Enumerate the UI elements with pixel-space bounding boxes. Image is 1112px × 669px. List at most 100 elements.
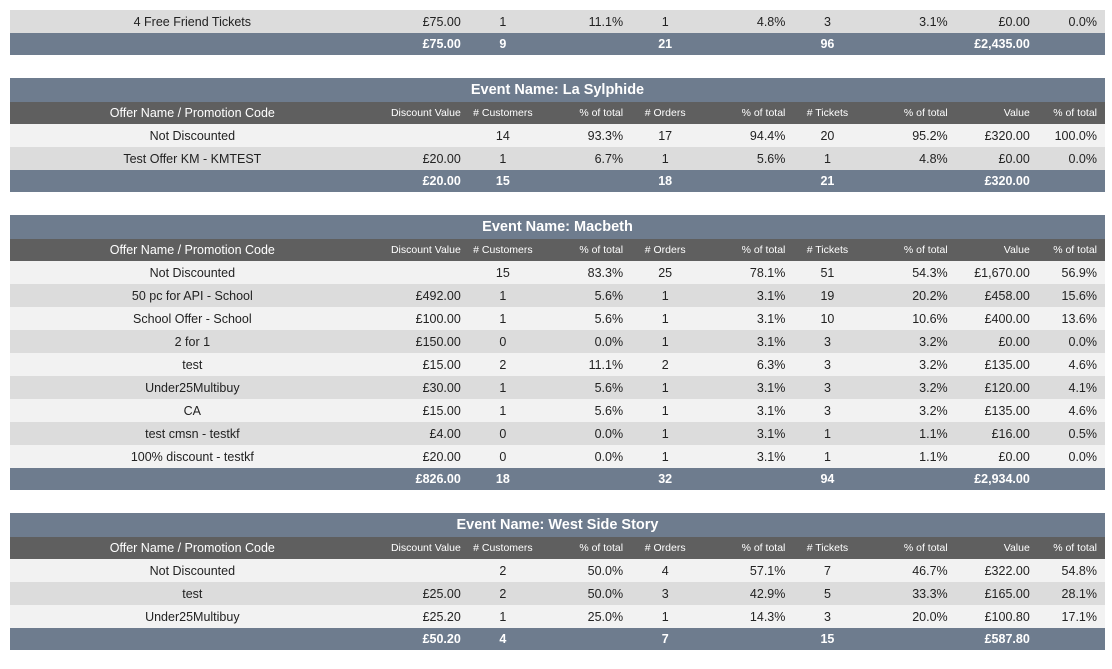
total-row-cell: 15 (462, 170, 543, 192)
table-row-cell: 1 (462, 605, 543, 628)
event-title-row: Event Name: La Sylphide (10, 78, 1105, 102)
column-header: % of total (705, 537, 788, 559)
column-header: % of total (542, 239, 626, 261)
total-row-cell (705, 170, 788, 192)
table-row-cell: 54.3% (867, 261, 950, 284)
table-row-cell: 3.1% (867, 10, 950, 33)
table-row: Under25Multibuy £30.00 1 5.6% 1 3.1% 3 3.2% £120… (10, 376, 1105, 399)
column-header: Discount Value (374, 239, 463, 261)
table-row-cell: £1,670.00 (949, 261, 1032, 284)
table-row-cell: 20.0% (867, 605, 950, 628)
total-row-cell: 96 (787, 33, 868, 55)
spacer (10, 55, 1105, 78)
table-row-cell: 56.9% (1031, 261, 1105, 284)
column-header: Discount Value (374, 537, 463, 559)
table-row-cell: Under25Multibuy (10, 605, 375, 628)
total-row-cell: £826.00 (374, 468, 463, 490)
table-row-cell: 1 (625, 10, 706, 33)
table-row-cell: 5.6% (542, 399, 626, 422)
total-row-cell (867, 628, 950, 650)
column-header: # Customers (462, 102, 543, 124)
section-gap (10, 490, 1105, 513)
table-row-cell: £75.00 (374, 10, 463, 33)
total-row-cell (705, 628, 788, 650)
table-row: Not Discounted 2 50.0% 4 57.1% 7 46.7% £322.00 5… (10, 559, 1105, 582)
table-row-cell: 0.0% (1031, 330, 1105, 353)
table-row-cell: £165.00 (949, 582, 1032, 605)
table-row-cell: 4 Free Friend Tickets (10, 10, 375, 33)
table-row-cell: 2 (625, 353, 706, 376)
table-row-cell: 0 (462, 445, 543, 468)
table-row-cell: 25.0% (542, 605, 626, 628)
event-title: Event Name: Macbeth (10, 215, 1105, 239)
table-row: 2 for 1 £150.00 0 0.0% 1 3.1% 3 3.2% £0.00 0.0% (10, 330, 1105, 353)
table-row-cell: £25.00 (374, 582, 463, 605)
table-row-cell: 3 (787, 330, 868, 353)
table-row-cell: £150.00 (374, 330, 463, 353)
total-row-cell: 18 (625, 170, 706, 192)
table-row-cell: 100% discount - testkf (10, 445, 375, 468)
table-row-cell: 54.8% (1031, 559, 1105, 582)
total-row-cell: £2,934.00 (949, 468, 1032, 490)
table-row-cell: 1 (462, 147, 543, 170)
table-row-cell: 15 (462, 261, 543, 284)
total-row-cell: 94 (787, 468, 868, 490)
table-row-cell (374, 261, 463, 284)
table-row: test £25.00 2 50.0% 3 42.9% 5 33.3% £165.00 28.1% (10, 582, 1105, 605)
table-row-cell: 28.1% (1031, 582, 1105, 605)
table-row-cell: 10 (787, 307, 868, 330)
table-row-cell: 78.1% (705, 261, 788, 284)
table-row-cell: test (10, 353, 375, 376)
table-row-cell: £20.00 (374, 147, 463, 170)
table-row-cell: £100.80 (949, 605, 1032, 628)
table-row-cell: 1 (462, 376, 543, 399)
event-title-row: Event Name: Macbeth (10, 215, 1105, 239)
table-row-cell: £322.00 (949, 559, 1032, 582)
table-row-cell: £492.00 (374, 284, 463, 307)
table-row-cell: 3 (787, 10, 868, 33)
total-row-cell: 18 (462, 468, 543, 490)
table-row-cell: 1 (625, 605, 706, 628)
table-row-cell: 3 (787, 353, 868, 376)
spacer (10, 192, 1105, 215)
column-header: # Customers (462, 239, 543, 261)
table-row-cell (374, 124, 463, 147)
total-row: £75.00 9 21 96 £2,435.00 (10, 33, 1105, 55)
table-row-cell: 0 (462, 330, 543, 353)
table-row-cell: £400.00 (949, 307, 1032, 330)
table-row-cell: 17 (625, 124, 706, 147)
total-row-cell (867, 170, 950, 192)
table-row: CA £15.00 1 5.6% 1 3.1% 3 3.2% £135.00 4.6% (10, 399, 1105, 422)
table-row-cell: 5.6% (705, 147, 788, 170)
column-header: Value (949, 239, 1032, 261)
table-row-cell: 1 (787, 445, 868, 468)
table-row-cell: £0.00 (949, 147, 1032, 170)
table-row: Not Discounted 14 93.3% 17 94.4% 20 95.2% £320.… (10, 124, 1105, 147)
table-row-cell: 10.6% (867, 307, 950, 330)
total-row-cell: £587.80 (949, 628, 1032, 650)
total-row-cell (1031, 468, 1105, 490)
table-row-cell: 3 (787, 399, 868, 422)
column-header: # Orders (625, 102, 706, 124)
table-row-cell: £0.00 (949, 445, 1032, 468)
table-row-cell: 14.3% (705, 605, 788, 628)
table-row-cell: 1 (625, 284, 706, 307)
table-row-cell: 3 (625, 582, 706, 605)
table-row-cell (374, 559, 463, 582)
table-row-cell: £4.00 (374, 422, 463, 445)
table-row-cell: 0.0% (1031, 147, 1105, 170)
table-row-cell: 1 (625, 422, 706, 445)
table-row-cell: 4 (625, 559, 706, 582)
spacer (10, 490, 1105, 513)
table-row-cell: £120.00 (949, 376, 1032, 399)
column-header: Offer Name / Promotion Code (10, 102, 375, 124)
table-row-cell: 1.1% (867, 422, 950, 445)
table-row-cell: 3.1% (705, 422, 788, 445)
table-row-cell: £15.00 (374, 399, 463, 422)
table-row-cell: 3.2% (867, 330, 950, 353)
table-row-cell: 3.1% (705, 284, 788, 307)
column-header: # Tickets (787, 537, 868, 559)
column-header-row: Offer Name / Promotion Code Discount Valu… (10, 537, 1105, 559)
total-row-cell: £320.00 (949, 170, 1032, 192)
table-row-cell: 4.8% (867, 147, 950, 170)
